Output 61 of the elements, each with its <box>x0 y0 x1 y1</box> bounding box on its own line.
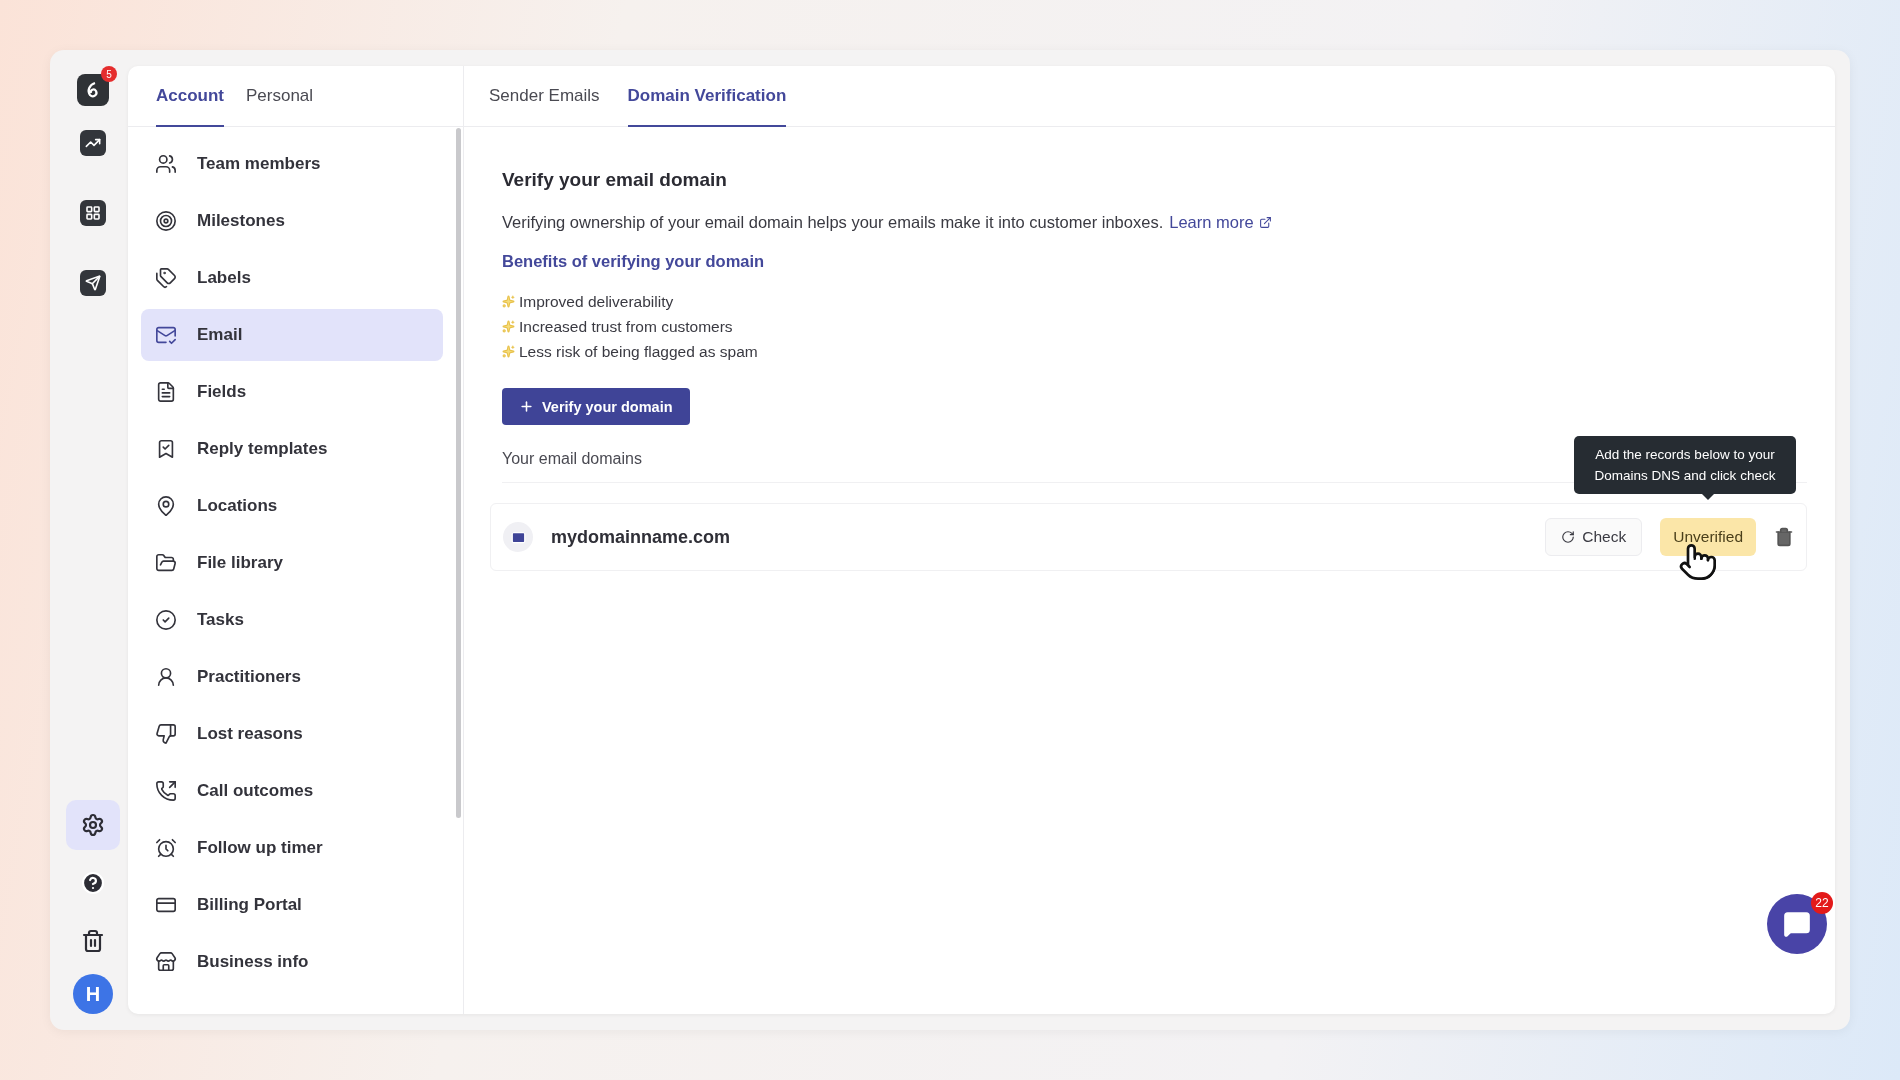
sidebar-item[interactable]: Call outcomes <box>141 765 443 817</box>
chat-icon <box>1783 910 1811 938</box>
sparkle-icon <box>502 295 515 308</box>
status-badge[interactable]: Unverified <box>1660 518 1756 556</box>
content-tab[interactable]: Domain Verification <box>627 66 787 127</box>
sidebar-item[interactable]: Reply templates <box>141 423 443 475</box>
sidebar-item[interactable]: Lost reasons <box>141 708 443 760</box>
mail-icon <box>503 522 533 552</box>
sidebar-item-icon <box>155 723 177 745</box>
notification-badge: 5 <box>101 66 117 82</box>
scrollbar-thumb[interactable] <box>456 128 461 818</box>
sidebar-item-icon <box>155 153 177 175</box>
benefit-text: Improved deliverability <box>519 292 674 311</box>
sidebar-item[interactable]: Email <box>141 309 443 361</box>
settings-tab[interactable]: Personal <box>246 66 314 127</box>
sidebar-item[interactable]: Practitioners <box>141 651 443 703</box>
sidebar-item-icon <box>155 324 177 346</box>
sidebar-item-icon <box>155 951 177 973</box>
check-button[interactable]: Check <box>1545 518 1643 556</box>
hand-cursor-icon <box>1678 542 1719 582</box>
benefit-text: Less risk of being flagged as spam <box>519 342 758 361</box>
sidebar-item-icon <box>155 381 177 403</box>
sidebar-item-icon <box>155 609 177 631</box>
sidebar-item[interactable]: Follow up timer <box>141 822 443 874</box>
sidebar-item[interactable]: Fields <box>141 366 443 418</box>
sparkle-icon <box>502 320 515 333</box>
sidebar-item-icon <box>155 267 177 289</box>
benefits-title: Benefits of verifying your domain <box>502 252 766 271</box>
section-title: Verify your email domain <box>502 169 728 191</box>
sidebar-item[interactable]: File library <box>141 537 443 589</box>
sidebar-item[interactable]: Labels <box>141 252 443 304</box>
settings-icon[interactable] <box>66 800 120 850</box>
sidebar-item-icon <box>155 666 177 688</box>
sidebar-item-icon <box>155 210 177 232</box>
tooltip: Add the records below to your Domains DNS and click check <box>1574 436 1796 494</box>
sidebar-item[interactable]: Milestones <box>141 195 443 247</box>
sidebar-item-icon <box>155 552 177 574</box>
learn-more-link[interactable]: Learn more <box>1169 213 1272 232</box>
chat-button[interactable] <box>1767 894 1827 954</box>
verify-domain-button[interactable]: Verify your domain <box>502 388 690 425</box>
domain-name: mydomainname.com <box>551 526 732 548</box>
external-link-icon <box>1258 216 1272 229</box>
sidebar-item[interactable]: Tasks <box>141 594 443 646</box>
sidebar-item[interactable]: Billing Portal <box>141 879 443 931</box>
benefit-text: Increased trust from customers <box>519 317 733 336</box>
avatar[interactable]: H <box>73 974 113 1014</box>
plus-icon <box>519 399 534 414</box>
sidebar-item-icon <box>155 495 177 517</box>
sidebar-item[interactable]: Locations <box>141 480 443 532</box>
sidebar-item[interactable]: Business info <box>141 936 443 988</box>
chat-badge: 22 <box>1811 892 1833 914</box>
refresh-icon <box>1561 530 1576 544</box>
sidebar-item-icon <box>155 837 177 859</box>
settings-tab[interactable]: Account <box>156 66 224 127</box>
sparkle-icon <box>502 345 515 358</box>
tooltip-arrow-icon <box>1702 494 1715 500</box>
sidebar-item[interactable]: Team members <box>141 138 443 190</box>
content-tab[interactable]: Sender Emails <box>489 66 600 127</box>
trash-icon[interactable] <box>1774 527 1794 547</box>
sidebar-item-icon <box>155 780 177 802</box>
description-text: Verifying ownership of your email domain helps your emails make it into customer inboxes. <box>502 213 1164 232</box>
